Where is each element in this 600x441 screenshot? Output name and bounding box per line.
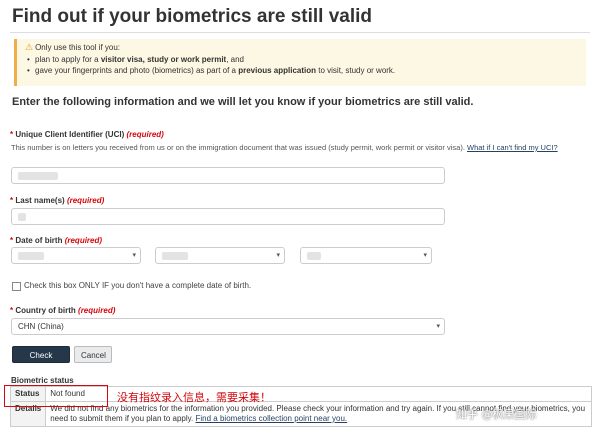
dob-day-select[interactable]: ▾ <box>300 247 432 264</box>
watermark: 知乎 @枫果国际 <box>456 408 537 421</box>
annotation-text: 没有指纹录入信息，需要采集！ <box>117 391 271 404</box>
notice-list: plan to apply for a visitor visa, study … <box>25 54 578 76</box>
uci-help: This number is on letters you received f… <box>11 143 558 152</box>
dob-month-select[interactable]: ▾ <box>155 247 285 264</box>
redacted-value <box>18 172 58 180</box>
cancel-button[interactable]: Cancel <box>74 346 112 363</box>
uci-help-link[interactable]: What if I can't find my UCI? <box>467 143 558 152</box>
annotation-highlight-box <box>4 385 108 407</box>
last-name-label: * Last name(s) (required) <box>10 196 105 205</box>
country-select[interactable]: CHN (China) ▾ <box>11 318 445 335</box>
uci-input[interactable] <box>11 167 445 184</box>
form-lead: Enter the following information and we w… <box>12 96 474 108</box>
redacted-value <box>307 252 321 260</box>
redacted-value <box>18 252 44 260</box>
notice-item: plan to apply for a visitor visa, study … <box>27 54 578 65</box>
last-name-input[interactable] <box>11 208 445 225</box>
dob-label: * Date of birth (required) <box>10 236 103 245</box>
page-title: Find out if your biometrics are still va… <box>12 6 373 27</box>
notice-intro: Only use this tool if you: <box>35 43 121 52</box>
collection-point-link[interactable]: Find a biometrics collection point near … <box>196 414 348 423</box>
chevron-down-icon: ▾ <box>132 252 136 259</box>
chevron-down-icon: ▾ <box>423 252 427 259</box>
country-value: CHN (China) <box>18 322 64 331</box>
country-label: * Country of birth (required) <box>10 306 116 315</box>
check-status-button[interactable]: Check status <box>12 346 70 375</box>
redacted-value <box>18 213 26 221</box>
incomplete-dob-label: Check this box ONLY IF you don't have a … <box>24 281 252 290</box>
chevron-down-icon: ▾ <box>276 252 280 259</box>
dob-year-select[interactable]: ▾ <box>11 247 141 264</box>
redacted-value <box>162 252 188 260</box>
notice-item: gave your fingerprints and photo (biomet… <box>27 65 578 76</box>
incomplete-dob-checkbox[interactable] <box>12 282 21 291</box>
uci-label: * Unique Client Identifier (UCI) (requir… <box>10 130 164 139</box>
chevron-down-icon: ▾ <box>436 323 440 330</box>
notice-box: ⚠Only use this tool if you: plan to appl… <box>14 39 586 86</box>
title-divider <box>10 32 590 33</box>
result-title: Biometric status <box>11 376 74 385</box>
warning-icon: ⚠ <box>25 42 34 52</box>
